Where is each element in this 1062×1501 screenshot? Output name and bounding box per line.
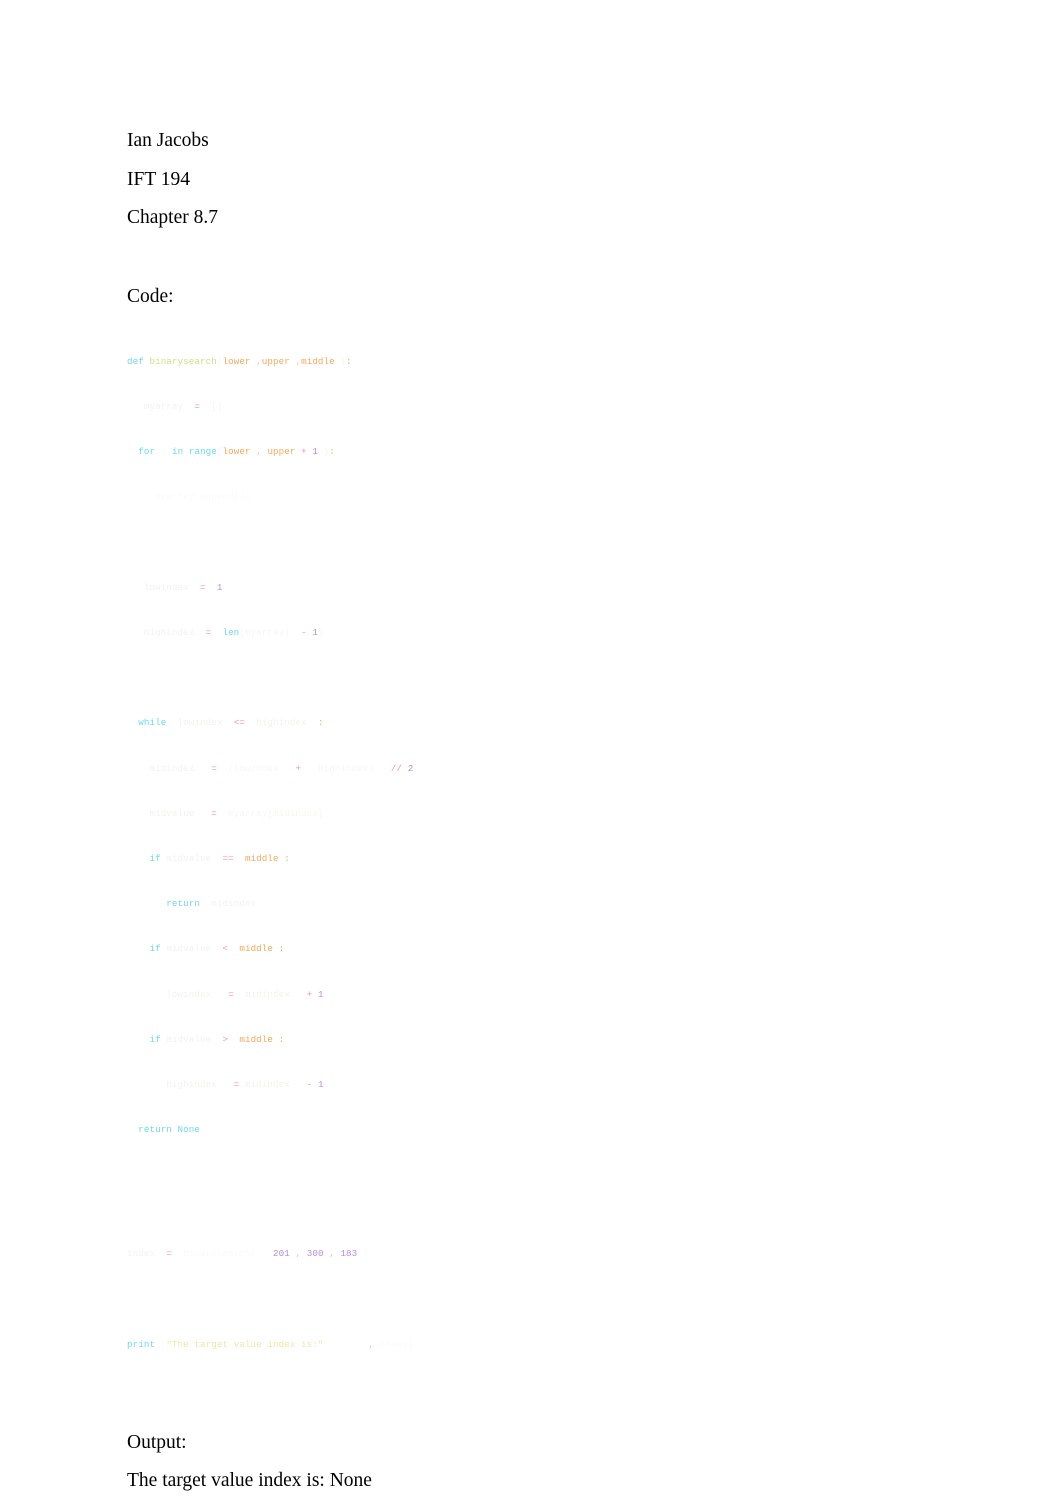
code-line-21: print ("The target value index is:" , in… — [127, 1338, 414, 1350]
document-page: Ian Jacobs IFT 194 Chapter 8.7 Code: def… — [0, 0, 1062, 1491]
code-line-8-blank — [127, 672, 947, 683]
token-var-index: index — [127, 1248, 156, 1260]
code-line-12: if midvalue == middle : — [149, 852, 290, 864]
output-heading: Output: — [127, 1431, 187, 1453]
token-function-name: binarysearch — [149, 355, 217, 367]
token-keyword-if-eq: if — [149, 852, 161, 864]
code-line-4: myarray.append(i) — [127, 491, 947, 502]
code-line-16: if midvalue > middle : — [149, 1033, 285, 1045]
code-line-2: myarray = [] — [143, 401, 223, 413]
token-param-lower: lower — [222, 355, 257, 367]
token-keyword-def: def — [127, 355, 144, 367]
document-content: Ian Jacobs IFT 194 Chapter 8.7 Code: def… — [127, 122, 947, 1501]
token-keyword-for: for — [138, 446, 156, 458]
token-keyword-return-midindex: return — [166, 898, 200, 910]
token-arg-183: 183 — [340, 1248, 358, 1260]
token-op-floordiv: // — [390, 762, 403, 774]
code-block: def binarysearch(lower ,upper ,middle ):… — [127, 322, 947, 1384]
header-code-spacer — [127, 238, 947, 278]
token-keyword-in: in — [171, 446, 184, 458]
code-line-7: highindex = len(myarray) - 1) — [143, 627, 324, 639]
code-line-19b-blank — [127, 1203, 947, 1214]
token-param-middle: middle — [301, 355, 341, 367]
code-line-20: index = binarysearch( 201 , 300 , 183 ) — [127, 1248, 369, 1260]
token-call-append: myarray.append(i) — [155, 491, 251, 503]
chapter-line: Chapter 8.7 — [127, 207, 218, 228]
code-line-10: midindex = (lowindex + highindex) // 2 — [149, 762, 414, 774]
code-line-13: return midindex — [166, 898, 257, 910]
code-line-5-blank — [127, 537, 947, 548]
token-op-lt: < — [222, 943, 229, 955]
token-var-midvalue: midvalue — [149, 807, 195, 819]
token-num-1: 1 — [216, 581, 223, 593]
code-line-1: def binarysearch(lower ,upper ,middle ): — [127, 355, 352, 367]
code-line-18: return None — [127, 1124, 947, 1135]
token-param-upper: upper — [261, 355, 296, 367]
token-op-eq: == — [222, 852, 234, 864]
token-call-binarysearch: binarysearch( — [183, 1248, 257, 1260]
code-line-3: for i in range(lower , upper + 1 ): — [138, 446, 335, 458]
code-line-6: lowindex = 1 — [143, 581, 223, 593]
token-op-gt: > — [222, 1033, 229, 1045]
output-text: The target value index is: None — [127, 1470, 372, 1492]
token-keyword-while: while — [138, 717, 167, 729]
token-var-highindex: highindex — [143, 627, 195, 639]
author-line: Ian Jacobs — [127, 130, 209, 151]
token-var-midindex: midindex — [149, 762, 195, 774]
token-keyword-print: print — [127, 1338, 156, 1350]
token-arg-300: 300 — [306, 1248, 324, 1260]
code-output-spacer — [127, 1384, 947, 1424]
token-var-i: i — [160, 446, 167, 458]
token-var-lowindex: lowindex — [143, 581, 189, 593]
token-string-literal: "The target value index is:" — [166, 1338, 324, 1350]
token-arg-201: 201 — [273, 1248, 290, 1260]
course-line: IFT 194 — [127, 168, 191, 190]
code-line-11: midvalue = myarray[midindex] — [149, 807, 324, 819]
code-heading: Code: — [127, 285, 174, 307]
token-builtin-range: range — [188, 446, 217, 458]
token-keyword-if-gt: if — [149, 1033, 161, 1045]
code-line-20b-blank — [127, 1294, 947, 1305]
code-line-9: while lowindex <= highindex : — [138, 717, 324, 729]
code-line-19-blank — [127, 1169, 947, 1180]
code-line-14: if midvalue < middle : — [149, 943, 285, 955]
code-line-17: highindex = midindex - 1 — [166, 1078, 324, 1090]
token-keyword-if-lt: if — [149, 943, 161, 955]
token-var-myarray: myarray — [143, 401, 184, 413]
token-keyword-return-none: return None — [138, 1124, 200, 1136]
code-line-15: lowindex = midindex + 1 — [166, 988, 324, 1000]
token-builtin-len: len — [222, 627, 240, 639]
